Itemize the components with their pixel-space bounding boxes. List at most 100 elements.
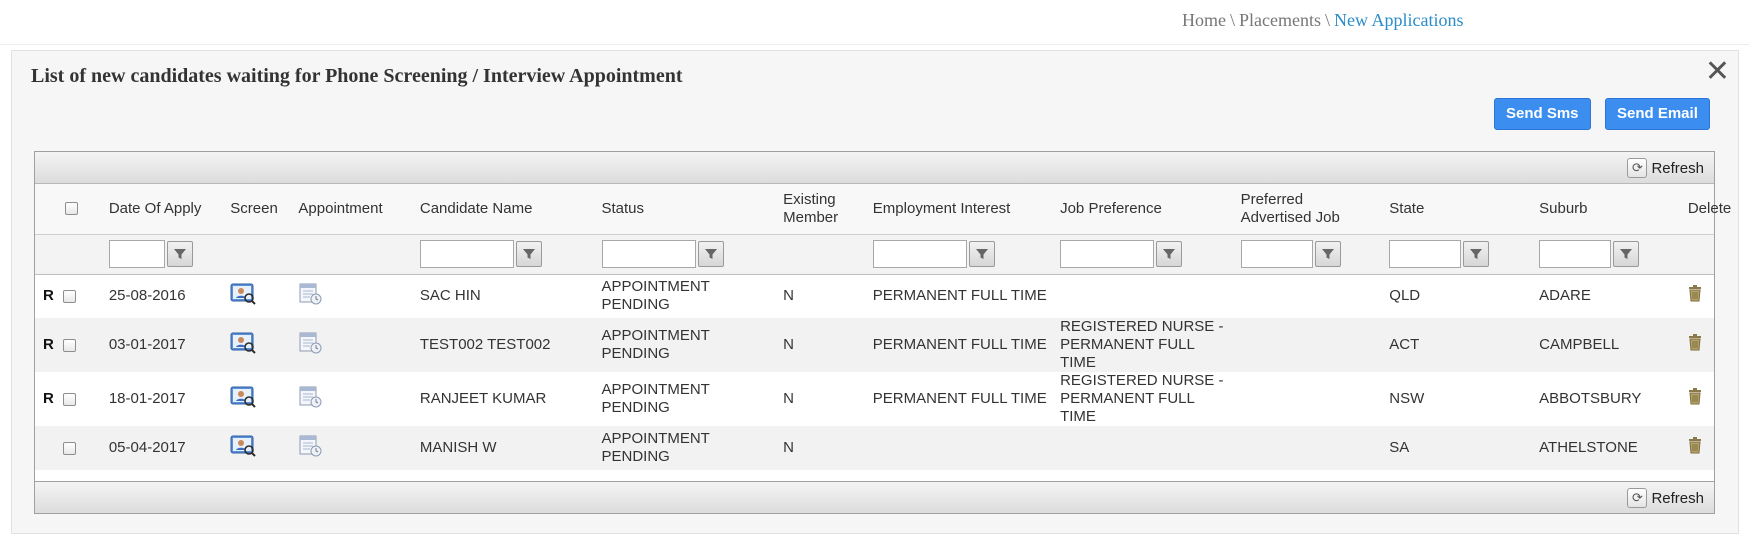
grid-toolbar-top: ⟳ Refresh <box>35 152 1714 184</box>
filter-state-input[interactable] <box>1389 240 1462 268</box>
breadcrumb: Home \ Placements \ New Applications <box>1182 10 1464 31</box>
send-sms-button[interactable]: Send Sms <box>1494 98 1591 130</box>
screen-candidate-icon[interactable] <box>230 282 257 311</box>
col-pref-line1: Preferred <box>1240 190 1304 208</box>
select-all-cell <box>35 184 101 234</box>
row-checkbox[interactable] <box>63 392 76 406</box>
cell-screen <box>222 274 290 318</box>
screen-candidate-icon[interactable] <box>230 434 257 463</box>
col-screen: Screen <box>222 184 291 234</box>
cell-preferred-advertised-job <box>1232 318 1382 372</box>
cell-delete <box>1679 426 1714 470</box>
filter-row <box>35 233 1714 275</box>
appointment-calendar-icon[interactable] <box>298 385 324 414</box>
select-all-checkbox[interactable] <box>65 202 78 216</box>
refresh-button-bottom[interactable]: ⟳ Refresh <box>1627 488 1704 508</box>
row-checkbox[interactable] <box>63 289 76 303</box>
col-date-of-apply[interactable]: Date Of Apply <box>100 184 223 234</box>
filter-cell-state <box>1381 233 1532 275</box>
row-checkbox[interactable] <box>63 338 76 352</box>
send-email-button[interactable]: Send Email <box>1605 98 1710 130</box>
screen-candidate-icon[interactable] <box>230 331 257 360</box>
col-existing-line2: Member <box>783 208 839 226</box>
appointment-calendar-icon[interactable] <box>298 282 324 311</box>
filter-cell-date <box>100 233 223 275</box>
table-row[interactable]: 05-04-2017 MANISH W APPOINTMENT PENDING N… <box>35 426 1714 470</box>
col-status[interactable]: Status <box>593 184 776 234</box>
filter-funnel-icon[interactable] <box>1463 241 1490 267</box>
table-row[interactable]: R 03-01-2017 TEST002 TEST002 APPOINTMENT… <box>35 318 1714 372</box>
status-line2: PENDING <box>601 345 670 362</box>
trash-icon[interactable] <box>1688 285 1702 307</box>
candidates-table: Date Of Apply Screen Appointment Candida… <box>35 184 1731 470</box>
cell-existing-member: N <box>783 287 794 305</box>
candidates-grid: ⟳ Refresh Date Of Apply Screen Appointme… <box>34 151 1731 514</box>
breadcrumb-current[interactable]: New Applications <box>1334 10 1463 30</box>
filter-funnel-icon[interactable] <box>1156 241 1183 267</box>
breadcrumb-home[interactable]: Home <box>1182 10 1226 30</box>
filter-cell-pref-adv <box>1232 233 1382 275</box>
status-line2: PENDING <box>601 448 670 465</box>
filter-funnel-icon[interactable] <box>1613 241 1640 267</box>
filter-empty <box>1679 233 1714 275</box>
header-row: Date Of Apply Screen Appointment Candida… <box>35 184 1731 234</box>
cell-state: SA <box>1381 426 1532 470</box>
filter-pref-adv-input[interactable] <box>1240 240 1313 268</box>
cell-preferred-advertised-job <box>1233 274 1382 318</box>
col-pref-line2: Advertised Job <box>1240 208 1340 226</box>
close-icon[interactable]: ✕ <box>1705 57 1730 87</box>
filter-empty <box>290 233 412 275</box>
appointment-calendar-icon[interactable] <box>298 331 324 360</box>
filter-status-input[interactable] <box>601 240 696 268</box>
trash-icon[interactable] <box>1688 334 1702 356</box>
cell-job-preference: REGISTERED NURSE - PERMANENT FULL TIME <box>1052 372 1233 426</box>
table-row[interactable]: R 18-01-2017 RANJEET KUMAR APPOINTMENT PE… <box>35 372 1714 426</box>
row-select-cell: R <box>35 372 101 426</box>
cell-state: NSW <box>1389 390 1425 407</box>
trash-icon[interactable] <box>1688 437 1702 459</box>
filter-date-input[interactable] <box>108 240 165 268</box>
row-checkbox[interactable] <box>63 441 76 455</box>
filter-empty <box>35 233 101 275</box>
refresh-button-top[interactable]: ⟳ Refresh <box>1627 158 1704 178</box>
status-line1: APPOINTMENT <box>601 430 710 447</box>
job-pref-line1: REGISTERED NURSE - <box>1060 372 1224 389</box>
row-select-cell: R <box>35 318 101 372</box>
col-suburb[interactable]: Suburb <box>1531 184 1680 234</box>
trash-icon[interactable] <box>1688 388 1702 410</box>
cell-candidate-name: TEST002 TEST002 <box>411 318 594 372</box>
col-existing-line1: Existing <box>783 190 836 208</box>
status-line1: APPOINTMENT <box>601 327 710 344</box>
filter-funnel-icon[interactable] <box>166 241 193 267</box>
col-candidate-name[interactable]: Candidate Name <box>411 184 594 234</box>
filter-funnel-icon[interactable] <box>515 241 542 267</box>
filter-job-pref-input[interactable] <box>1060 240 1155 268</box>
filter-funnel-icon[interactable] <box>697 241 724 267</box>
breadcrumb-placements[interactable]: Placements <box>1239 10 1321 30</box>
filter-employment-input[interactable] <box>872 240 967 268</box>
filter-funnel-icon[interactable] <box>1314 241 1341 267</box>
cell-existing-member: N <box>775 318 865 372</box>
cell-preferred-advertised-job <box>1232 426 1382 470</box>
appointment-calendar-icon[interactable] <box>298 434 324 463</box>
col-preferred-advertised-job[interactable]: Preferred Advertised Job <box>1232 184 1382 234</box>
cell-suburb: ABBOTSBURY <box>1539 390 1642 407</box>
status-line1: APPOINTMENT <box>601 278 710 296</box>
col-employment-interest[interactable]: Employment Interest <box>864 184 1053 234</box>
filter-name-input[interactable] <box>419 240 514 268</box>
filter-cell-suburb <box>1531 233 1680 275</box>
cell-delete <box>1680 372 1714 426</box>
status-line1: APPOINTMENT <box>601 381 710 398</box>
col-existing-member[interactable]: Existing Member <box>775 184 865 234</box>
table-body: R 25-08-2016 SAC HIN APPOINTMENT PENDING … <box>35 274 1714 470</box>
cell-status: APPOINTMENT PENDING <box>593 426 776 470</box>
col-state[interactable]: State <box>1381 184 1532 234</box>
filter-suburb-input[interactable] <box>1539 240 1612 268</box>
cell-delete <box>1679 318 1714 372</box>
cell-screen <box>222 426 291 470</box>
candidates-panel: List of new candidates waiting for Phone… <box>11 50 1739 534</box>
screen-candidate-icon[interactable] <box>230 385 257 414</box>
filter-funnel-icon[interactable] <box>968 241 995 267</box>
col-job-preference[interactable]: Job Preference <box>1052 184 1233 234</box>
table-row[interactable]: R 25-08-2016 SAC HIN APPOINTMENT PENDING … <box>35 274 1714 318</box>
